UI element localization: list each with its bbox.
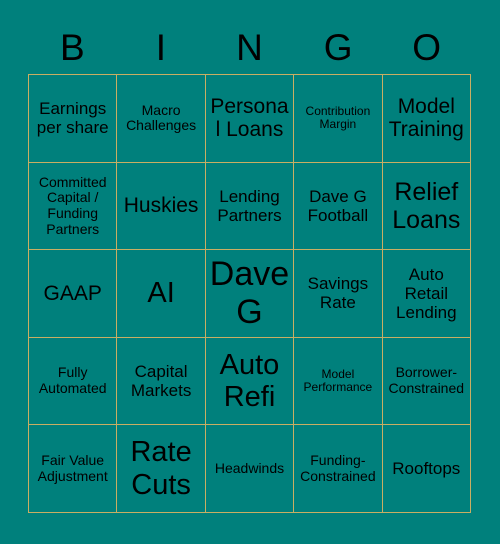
bingo-cell-label: Fair Value Adjustment — [37, 452, 108, 484]
bingo-cell-i1[interactable]: Macro Challenges — [117, 75, 206, 163]
bingo-cell-label: Model Training — [388, 94, 464, 142]
bingo-cell-b2[interactable]: Committed Capital / Funding Partners — [29, 162, 118, 251]
bingo-cell-label: Capital Markets — [130, 362, 192, 401]
bingo-cell-i3[interactable]: AI — [117, 250, 206, 338]
bingo-cell-b3[interactable]: GAAP — [29, 250, 118, 338]
bingo-cell-o2[interactable]: Relief Loans — [382, 162, 471, 251]
bingo-cell-i2[interactable]: Huskies — [117, 162, 206, 251]
bingo-cell-i4[interactable]: Capital Markets — [117, 337, 206, 426]
bingo-header-letter-n: N — [236, 26, 263, 68]
bingo-cell-label: Model Performance — [303, 366, 373, 395]
bingo-cell-b4[interactable]: Fully Automated — [29, 337, 118, 426]
bingo-cell-n5[interactable]: Headwinds — [205, 425, 295, 513]
bingo-header-letter-g: G — [323, 26, 353, 68]
bingo-cell-label: Fully Automated — [38, 364, 107, 397]
bingo-cell-label: Contribution Margin — [305, 103, 371, 132]
bingo-cell-o1[interactable]: Model Training — [382, 75, 471, 163]
bingo-cell-label: Earnings per share — [36, 99, 109, 138]
bingo-cell-n4[interactable]: Auto Refi — [205, 337, 295, 426]
bingo-cell-label: AI — [147, 277, 175, 310]
bingo-cell-g2[interactable]: Dave G Football — [294, 162, 383, 251]
bingo-cell-label: Dave G Football — [307, 186, 369, 225]
bingo-cell-g3[interactable]: Savings Rate — [294, 250, 383, 338]
bingo-cell-label: Savings Rate — [307, 274, 369, 313]
bingo-cell-label: GAAP — [43, 281, 102, 305]
bingo-cell-label: Relief Loans — [392, 177, 461, 234]
bingo-cell-o5[interactable]: Rooftops — [382, 425, 471, 513]
bingo-cell-label: Macro Challenges — [126, 101, 197, 134]
bingo-header-letter-i: I — [155, 26, 167, 68]
bingo-cell-n3[interactable]: Dave G — [205, 250, 295, 338]
bingo-card: B I N G O Earnings per share Macro Challenges… — [0, 0, 500, 544]
bingo-cell-o4[interactable]: Borrower-Constrained — [382, 337, 471, 426]
bingo-header-row: BINGO — [28, 20, 471, 74]
bingo-cell-label: Rate Cuts — [130, 436, 192, 501]
bingo-cell-label: Huskies — [123, 194, 199, 218]
bingo-cell-label: Lending Partners — [217, 186, 282, 225]
bingo-cell-label: Funding-Constrained — [300, 452, 376, 484]
bingo-cell-label: Headwinds — [214, 459, 285, 476]
bingo-cell-label: Personal Loans — [210, 94, 289, 142]
bingo-cell-g4[interactable]: Model Performance — [294, 337, 383, 426]
bingo-cell-label: Auto Retail Lending — [396, 264, 457, 322]
bingo-cell-label: Committed Capital / Funding Partners — [38, 173, 107, 237]
bingo-cell-n2[interactable]: Lending Partners — [205, 162, 295, 251]
bingo-cell-label: Borrower-Constrained — [388, 364, 465, 397]
bingo-cell-b5[interactable]: Fair Value Adjustment — [29, 425, 118, 513]
bingo-cell-g5[interactable]: Funding-Constrained — [294, 425, 383, 513]
bingo-cell-b1[interactable]: Earnings per share — [29, 75, 118, 163]
bingo-cell-label: Rooftops — [392, 459, 461, 479]
bingo-cell-g1[interactable]: Contribution Margin — [294, 75, 383, 163]
bingo-header-letter-o: O — [412, 26, 442, 68]
bingo-cell-n1[interactable]: Personal Loans — [205, 75, 295, 163]
bingo-cell-label: Dave G — [209, 255, 290, 332]
bingo-grid: Earnings per share Macro Challenges Person… — [28, 74, 471, 513]
bingo-cell-o3[interactable]: Auto Retail Lending — [382, 250, 471, 338]
bingo-cell-label: Auto Refi — [219, 348, 280, 414]
bingo-header-letter-b: B — [59, 26, 85, 68]
bingo-cell-i5[interactable]: Rate Cuts — [117, 425, 206, 513]
